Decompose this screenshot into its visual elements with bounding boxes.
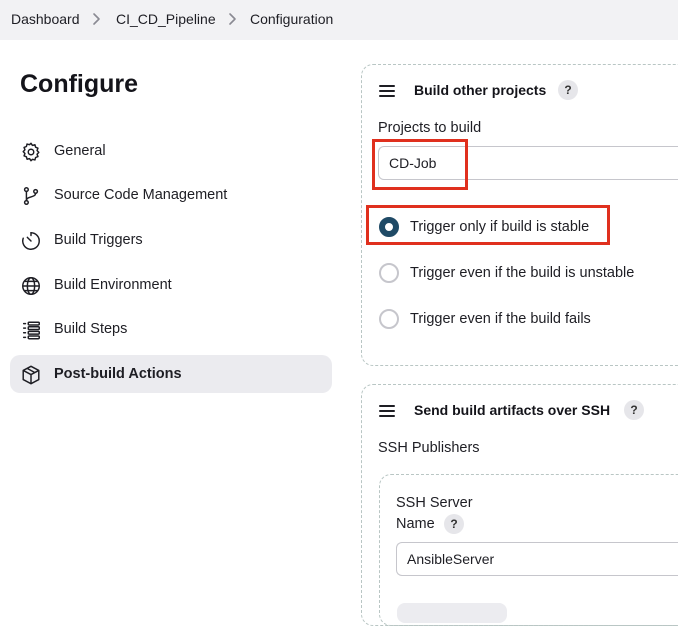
drag-handle-icon[interactable] (379, 85, 395, 97)
ssh-name-label: Name (396, 516, 435, 532)
sidebar-item-source-code-management[interactable]: Source Code Management (10, 176, 332, 214)
radio-trigger-fails[interactable] (379, 309, 399, 329)
help-icon[interactable]: ? (558, 80, 578, 100)
sidebar-item-build-triggers[interactable]: Build Triggers (10, 221, 332, 259)
sidebar-item-label: Build Triggers (54, 232, 143, 248)
list-icon (20, 319, 42, 341)
annotation-highlight-box (372, 139, 468, 190)
ssh-advanced-button[interactable] (397, 603, 507, 623)
projects-to-build-label: Projects to build (378, 120, 482, 136)
help-icon[interactable]: ? (444, 514, 464, 534)
help-icon[interactable]: ? (624, 400, 644, 420)
sidebar-item-build-environment[interactable]: Build Environment (10, 266, 332, 304)
ssh-server-name-select[interactable]: AnsibleServer (396, 542, 678, 576)
ssh-server-heading: SSH Server (396, 495, 473, 511)
section-title: Build other projects (414, 82, 547, 98)
drag-handle-icon[interactable] (379, 405, 395, 417)
breadcrumb-dashboard[interactable]: Dashboard (11, 11, 80, 27)
globe-icon (20, 275, 42, 297)
sidebar-item-label: General (54, 143, 106, 159)
timer-icon (20, 230, 42, 252)
breadcrumb-pipeline[interactable]: CI_CD_Pipeline (116, 11, 216, 27)
sidebar-item-general[interactable]: General (10, 132, 332, 170)
sidebar-item-post-build-actions[interactable]: Post-build Actions (10, 355, 332, 393)
annotation-highlight-box (366, 205, 610, 245)
chevron-right-icon (227, 12, 239, 26)
package-icon (20, 364, 42, 386)
chevron-right-icon (91, 12, 103, 26)
sidebar-item-label: Build Environment (54, 277, 172, 293)
breadcrumb: Dashboard CI_CD_Pipeline Configuration (0, 0, 678, 40)
sidebar-item-label: Post-build Actions (54, 366, 182, 382)
ssh-publishers-label: SSH Publishers (378, 440, 480, 456)
sidebar-item-build-steps[interactable]: Build Steps (10, 310, 332, 348)
radio-label[interactable]: Trigger even if the build is unstable (410, 265, 634, 281)
radio-trigger-unstable[interactable] (379, 263, 399, 283)
page-title: Configure (20, 70, 139, 98)
radio-label[interactable]: Trigger even if the build fails (410, 311, 591, 327)
breadcrumb-configuration[interactable]: Configuration (250, 11, 333, 27)
sidebar-item-label: Build Steps (54, 321, 128, 337)
branch-icon (20, 185, 42, 207)
sidebar-item-label: Source Code Management (54, 187, 228, 203)
gear-icon (20, 141, 42, 163)
section-title: Send build artifacts over SSH (414, 402, 611, 418)
